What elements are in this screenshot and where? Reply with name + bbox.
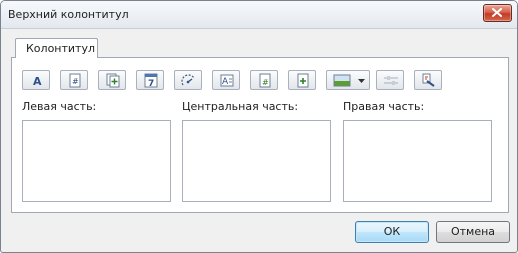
title-bar[interactable]: Верхний колонтитул [1,1,517,29]
format-text-button[interactable]: A [22,70,50,90]
insert-picture-button[interactable] [326,70,370,90]
left-section-input[interactable] [22,120,171,202]
time-icon [181,74,195,86]
tab-label: Колонтитул [26,42,95,55]
date-icon: 7 [144,73,158,88]
close-icon [492,8,502,17]
picture-icon [333,74,351,87]
right-section-label: Правая часть: [343,100,425,113]
left-section-label: Левая часть: [22,100,97,113]
close-button[interactable] [483,4,512,22]
insert-page-count-button[interactable] [98,70,126,90]
svg-text:#: # [262,78,269,87]
chevron-down-icon [358,79,365,83]
insert-file-path-button[interactable]: # [250,70,278,90]
insert-file-name-button[interactable] [288,70,316,90]
insert-time-button[interactable] [174,70,202,90]
cancel-button[interactable]: Отмена [436,221,510,243]
file-name-icon [297,73,309,88]
window-title: Верхний колонтитул [8,8,129,21]
svg-text:#: # [72,77,79,86]
insert-date-button[interactable]: 7 [136,70,164,90]
svg-text:A: A [33,75,42,87]
sheet-name-icon: A [220,74,234,87]
hyperlink-icon [422,73,435,87]
format-picture-icon [384,76,398,85]
tab-header-footer[interactable]: Колонтитул [15,38,98,58]
file-path-icon: # [259,73,271,88]
insert-page-number-button[interactable]: # [60,70,88,90]
page-number-icon: # [69,73,81,88]
dialog-content: Колонтитул A # 7 A # Левая часть: Центра… [9,38,509,213]
right-section-input[interactable] [343,120,492,202]
svg-text:A: A [222,77,229,87]
font-icon: A [33,75,42,87]
format-picture-button[interactable] [376,70,404,90]
center-section-input[interactable] [182,120,331,202]
dialog-window: Верхний колонтитул Колонтитул A # 7 A # … [0,0,518,253]
insert-sheet-name-button[interactable]: A [212,70,240,90]
svg-text:7: 7 [148,79,154,88]
ok-button[interactable]: ОК [355,221,429,243]
page-count-icon [106,73,120,88]
insert-hyperlink-button[interactable] [414,70,442,90]
tab-panel: A # 7 A # Левая часть: Центральная часть… [11,57,509,213]
center-section-label: Центральная часть: [182,100,299,113]
